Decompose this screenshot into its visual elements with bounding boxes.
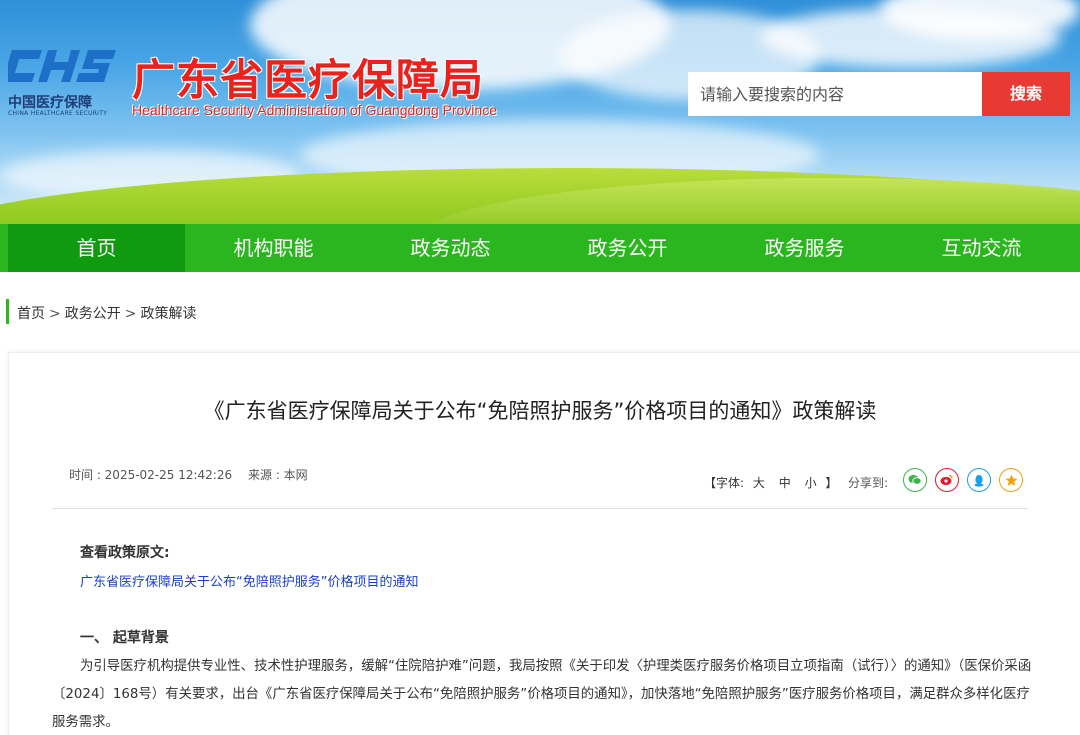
breadcrumb: 首页 > 政务公开 > 政策解读	[17, 303, 200, 323]
font-size-selector: 【字体: 大 中 小 】	[704, 474, 837, 491]
breadcrumb-policy-interpretation[interactable]: 政策解读	[140, 306, 196, 322]
breadcrumb-marker	[6, 299, 9, 324]
section-paragraph: 为引导医疗机构提供专业性、技术性护理服务，缓解“住院陪护难”问题，我局按照《关于…	[52, 659, 1032, 730]
font-size-large[interactable]: 大	[753, 476, 765, 490]
logo-text-cn: 中国医疗保障	[8, 95, 92, 111]
font-size-label-open: 【字体:	[704, 476, 745, 490]
nav-item-home[interactable]: 首页	[8, 224, 185, 272]
logo-text-en: CHINA HEALTHCARE SECURITY	[8, 110, 108, 117]
article-title: 《广东省医疗保障局关于公布“免陪照护服务”价格项目的通知》政策解读	[203, 399, 877, 423]
original-policy-label: 查看政策原文:	[80, 545, 170, 561]
original-policy-link[interactable]: 广东省医疗保障局关于公布“免陪照护服务”价格项目的通知	[80, 571, 418, 590]
nav-item-functions[interactable]: 机构职能	[185, 224, 362, 272]
site-title[interactable]: 广东省医疗保障局	[132, 46, 484, 108]
publish-time: 时间 : 2025-02-25 12:42:26	[69, 468, 233, 482]
share-label: 分享到:	[848, 476, 889, 490]
chs-logo-icon[interactable]	[8, 44, 118, 90]
header-divider	[52, 508, 1028, 509]
font-size-small[interactable]: 小	[805, 476, 817, 490]
main-nav: 首页 机构职能 政务动态 政务公开 政务服务 互动交流	[0, 224, 1080, 272]
nav-item-interaction[interactable]: 互动交流	[893, 224, 1070, 272]
breadcrumb-home[interactable]: 首页	[17, 306, 45, 322]
nav-item-services[interactable]: 政务服务	[716, 224, 893, 272]
nav-item-news[interactable]: 政务动态	[362, 224, 539, 272]
breadcrumb-separator: >	[124, 306, 137, 322]
header-banner: 中国医疗保障 CHINA HEALTHCARE SECURITY 广东省医疗保障…	[0, 0, 1080, 224]
breadcrumb-public-info[interactable]: 政务公开	[65, 306, 121, 322]
search-input[interactable]	[688, 72, 982, 116]
search-button[interactable]: 搜索	[982, 72, 1070, 116]
font-size-medium[interactable]: 中	[779, 476, 791, 490]
font-size-label-close: 】	[825, 476, 838, 490]
nav-item-public-info[interactable]: 政务公开	[539, 224, 716, 272]
site-title-en: Healthcare Security Administration of Gu…	[132, 102, 497, 118]
qq-icon[interactable]	[967, 468, 991, 492]
section-heading: 一、 起草背景	[80, 630, 169, 646]
wechat-icon[interactable]	[903, 468, 927, 492]
weibo-icon[interactable]	[935, 468, 959, 492]
breadcrumb-separator: >	[49, 306, 61, 322]
article-source: 来源 : 本网	[248, 468, 308, 482]
nav-edge	[0, 224, 8, 272]
qzone-icon[interactable]	[999, 468, 1023, 492]
